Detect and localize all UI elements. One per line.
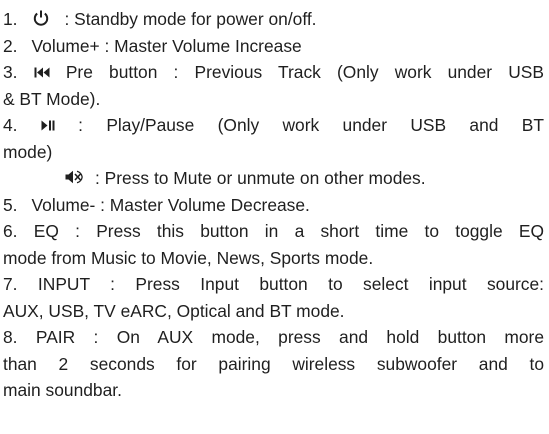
item-number: 7.	[3, 274, 18, 294]
item-number: 8.	[3, 327, 18, 347]
item-text-cont: AUX, USB, TV eARC, Optical and BT mode.	[3, 300, 345, 321]
item-number: 2.	[3, 35, 18, 56]
item-number: 3.	[3, 62, 18, 82]
list-item-pair-cont2: main soundbar.	[3, 377, 544, 404]
play-pause-icon	[41, 120, 55, 131]
list-item-input: 7. INPUT : Press Input button to select …	[3, 271, 544, 298]
list-item-previous: 3. Pre button : Previous Track (Only wor…	[3, 59, 544, 86]
item-text: Pre button : Previous Track (Only work u…	[65, 62, 544, 82]
item-text: : Standby mode for power on/off.	[64, 9, 317, 29]
power-icon	[32, 9, 50, 27]
item-number: 1.	[3, 9, 18, 29]
item-number: 4.	[3, 115, 18, 135]
item-text: : Play/Pause (Only work under USB and BT	[78, 115, 544, 135]
list-item-pair: 8. PAIR : On AUX mode, press and hold bu…	[3, 324, 544, 351]
list-item-play-pause: 4. : Play/Pause (Only work under USB and…	[3, 112, 544, 139]
item-text: EQ : Press this button in a short time t…	[33, 221, 544, 241]
list-item-volume-down: 5. Volume- : Master Volume Decrease.	[3, 192, 544, 219]
list-item-play-pause-cont: mode)	[3, 139, 544, 166]
instruction-list: 1. : Standby mode for power on/off. 2. Vol…	[3, 6, 544, 404]
list-item-volume-up: 2. Volume+ : Master Volume Increase	[3, 33, 544, 60]
item-text: Volume+ : Master Volume Increase	[31, 35, 302, 56]
list-item-input-cont: AUX, USB, TV eARC, Optical and BT mode.	[3, 298, 544, 325]
mute-icon	[65, 170, 83, 184]
list-item-mute: : Press to Mute or unmute on other modes…	[3, 165, 544, 192]
item-text-cont: mode)	[3, 141, 53, 162]
list-item-eq: 6. EQ : Press this button in a short tim…	[3, 218, 544, 245]
list-item-eq-cont: mode from Music to Movie, News, Sports m…	[3, 245, 544, 272]
item-text: PAIR : On AUX mode, press and hold butto…	[35, 327, 544, 347]
item-number: 6.	[3, 221, 18, 241]
list-item-standby: 1. : Standby mode for power on/off.	[3, 6, 544, 33]
previous-track-icon	[34, 67, 50, 78]
item-text-cont: main soundbar.	[3, 380, 122, 400]
item-number: 5.	[3, 194, 18, 215]
list-item-pair-cont: than 2 seconds for pairing wireless subw…	[3, 351, 544, 378]
item-text: Volume- : Master Volume Decrease.	[31, 194, 310, 215]
item-text-cont: than 2 seconds for pairing wireless subw…	[3, 353, 544, 374]
list-item-previous-cont: & BT Mode).	[3, 86, 544, 113]
item-text-cont: & BT Mode).	[3, 88, 101, 109]
item-text-cont: mode from Music to Movie, News, Sports m…	[3, 247, 374, 268]
item-text: INPUT : Press Input button to select inp…	[37, 274, 544, 294]
item-text: : Press to Mute or unmute on other modes…	[95, 168, 426, 188]
